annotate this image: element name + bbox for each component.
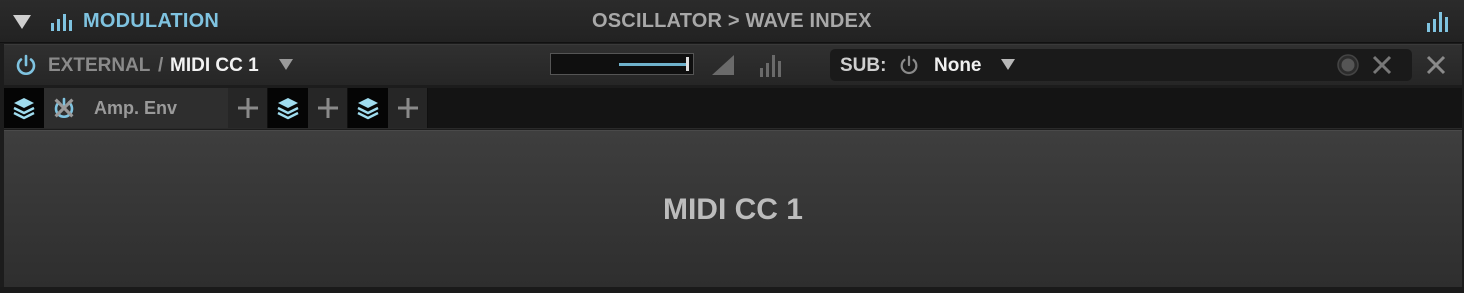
source-separator: / [158,55,164,76]
amount-slider-handle[interactable] [686,57,689,71]
panel-bottom-border [0,287,1464,293]
layers-icon [357,98,379,120]
add-modulator-button[interactable] [308,88,348,128]
sub-label: SUB: [840,55,887,76]
plus-icon [238,98,258,118]
layers-icon [13,98,35,120]
tab-label: Amp. Env [94,98,178,118]
bar-graph-icon[interactable] [1426,10,1450,32]
close-icon[interactable] [1370,53,1394,77]
panel-header: MODULATION OSCILLATOR > WAVE INDEX [0,0,1464,43]
target-path: OSCILLATOR > WAVE INDEX [592,10,872,32]
bar-graph-icon [51,14,72,31]
bar-graph-icon[interactable] [758,53,784,77]
power-icon[interactable] [898,54,920,76]
source-name[interactable]: MIDI CC 1 [170,55,259,77]
plus-icon [318,98,338,118]
knob-icon[interactable] [1336,53,1360,77]
layer-slot-button[interactable] [268,88,308,128]
add-modulator-button[interactable] [228,88,268,128]
add-modulator-button[interactable] [388,88,428,128]
power-icon[interactable] [14,53,38,77]
layers-icon [277,98,299,120]
ramp-curve-icon[interactable] [710,53,736,77]
plus-icon [398,98,418,118]
modulator-tab-bar: Amp. Env [4,88,1462,129]
modulation-source-row: EXTERNAL / MIDI CC 1 SUB: None [4,44,1462,85]
amount-slider[interactable] [550,53,694,75]
sub-modulation-box: SUB: None [830,49,1412,81]
chevron-down-icon[interactable] [1000,58,1016,71]
modulator-display-label: MIDI CC 1 [662,193,803,226]
close-icon[interactable] [1424,53,1448,77]
chevron-down-icon[interactable] [278,58,294,71]
layer-slot-button[interactable] [348,88,388,128]
modulator-display: MIDI CC 1 [4,130,1462,288]
source-category[interactable]: EXTERNAL [48,55,150,77]
close-icon[interactable] [52,96,76,120]
sub-source-value[interactable]: None [934,55,982,77]
tab-amp-env[interactable]: Amp. Env [44,88,228,128]
layer-slot-button[interactable] [4,88,44,128]
panel-title: MODULATION [83,10,220,32]
amount-slider-fill [618,63,687,66]
collapse-triangle-icon[interactable] [12,13,32,31]
modulation-panel: MODULATION OSCILLATOR > WAVE INDEX EXTER… [0,0,1464,293]
